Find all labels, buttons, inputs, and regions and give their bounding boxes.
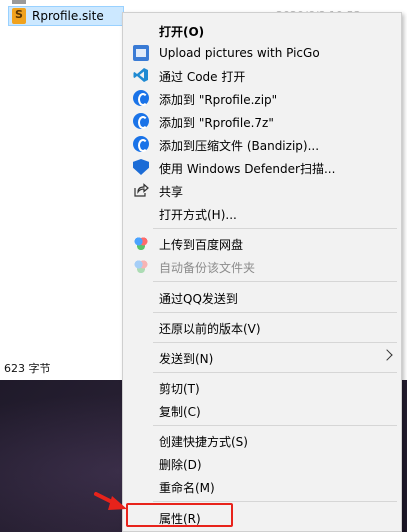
menu-item-delete[interactable]: 删除(D)	[125, 452, 399, 474]
menu-item-copy[interactable]: 复制(C)	[125, 399, 399, 421]
menu-item-rename[interactable]: 重命名(M)	[125, 475, 399, 497]
menu-separator	[153, 425, 397, 426]
menu-item-label: 删除(D)	[159, 458, 202, 472]
menu-item-auto-backup: 自动备份该文件夹	[125, 255, 399, 277]
menu-item-open[interactable]: 打开(O)	[125, 19, 399, 41]
menu-separator	[153, 501, 397, 502]
menu-item-label: 上传到百度网盘	[159, 238, 244, 252]
menu-item-label: 共享	[159, 185, 184, 199]
menu-item-cut[interactable]: 剪切(T)	[125, 376, 399, 398]
menu-item-defender-scan[interactable]: 使用 Windows Defender扫描...	[125, 156, 399, 178]
bandizip-icon	[133, 90, 149, 106]
menu-item-send-to[interactable]: 发送到(N)	[125, 346, 399, 368]
menu-item-label: 还原以前的版本(V)	[159, 322, 261, 336]
vscode-icon	[133, 67, 149, 83]
menu-item-label: Upload pictures with PicGo	[159, 46, 320, 60]
menu-item-label: 通过 Code 打开	[159, 70, 246, 84]
annotation-highlight-box	[126, 503, 233, 527]
menu-item-create-shortcut[interactable]: 创建快捷方式(S)	[125, 429, 399, 451]
chevron-right-icon	[381, 349, 393, 361]
menu-item-label: 创建快捷方式(S)	[159, 435, 248, 449]
bandizip-icon	[133, 136, 149, 152]
menu-separator	[153, 228, 397, 229]
sublime-file-icon	[12, 8, 26, 24]
menu-item-label: 发送到(N)	[159, 352, 214, 366]
defender-shield-icon	[133, 159, 149, 175]
menu-separator	[153, 342, 397, 343]
menu-item-label: 使用 Windows Defender扫描...	[159, 162, 336, 176]
menu-item-label: 添加到压缩文件 (Bandizip)...	[159, 139, 320, 153]
menu-separator	[153, 312, 397, 313]
menu-item-share[interactable]: 共享	[125, 179, 399, 201]
menu-separator	[153, 372, 397, 373]
menu-item-label: 自动备份该文件夹	[159, 261, 256, 275]
menu-item-label: 复制(C)	[159, 405, 201, 419]
menu-item-upload-picgo[interactable]: Upload pictures with PicGo	[125, 42, 399, 64]
baidu-cloud-icon	[133, 258, 149, 274]
menu-item-send-via-qq[interactable]: 通过QQ发送到	[125, 286, 399, 308]
menu-item-label: 重命名(M)	[159, 481, 215, 495]
menu-item-open-with-code[interactable]: 通过 Code 打开	[125, 64, 399, 86]
menu-separator	[153, 281, 397, 282]
picgo-icon	[133, 45, 149, 61]
menu-item-add-to-archive-bandizip[interactable]: 添加到压缩文件 (Bandizip)...	[125, 133, 399, 155]
previous-file-icon-fragment	[12, 0, 26, 4]
context-menu: 打开(O) Upload pictures with PicGo 通过 Code…	[122, 12, 402, 532]
annotation-arrow-icon	[94, 492, 127, 510]
menu-item-label: 剪切(T)	[159, 382, 200, 396]
menu-item-add-to-zip[interactable]: 添加到 "Rprofile.zip"	[125, 87, 399, 109]
menu-item-label: 打开方式(H)...	[159, 208, 237, 222]
menu-item-open-with[interactable]: 打开方式(H)...	[125, 202, 399, 224]
menu-item-add-to-7z[interactable]: 添加到 "Rprofile.7z"	[125, 110, 399, 132]
baidu-cloud-icon	[133, 235, 149, 251]
share-icon	[133, 182, 149, 198]
bandizip-icon	[133, 113, 149, 129]
menu-item-restore-previous-versions[interactable]: 还原以前的版本(V)	[125, 316, 399, 338]
status-bar-size: 623 字节	[4, 362, 51, 375]
file-name[interactable]: Rprofile.site	[32, 9, 104, 23]
menu-item-upload-baidu[interactable]: 上传到百度网盘	[125, 232, 399, 254]
menu-item-label: 打开(O)	[159, 25, 205, 39]
menu-item-label: 通过QQ发送到	[159, 292, 238, 306]
menu-item-label: 添加到 "Rprofile.7z"	[159, 116, 274, 130]
menu-item-label: 添加到 "Rprofile.zip"	[159, 93, 278, 107]
